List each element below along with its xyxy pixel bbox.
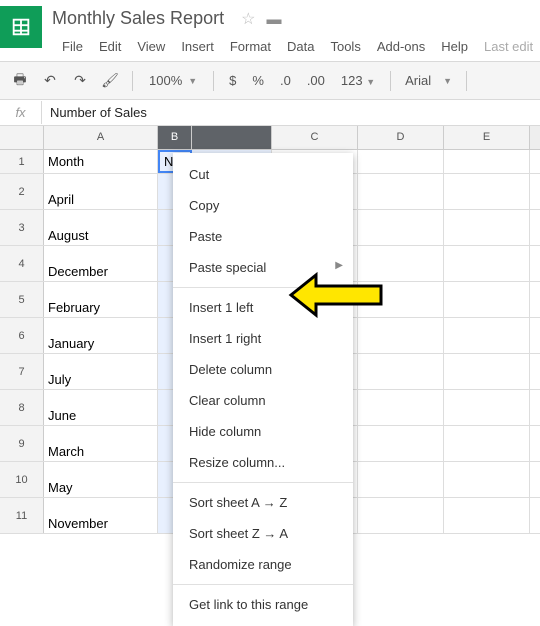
last-edit-text: Last edit bbox=[484, 39, 533, 54]
row-header-5[interactable]: 5 bbox=[0, 282, 44, 317]
decrease-decimal-button[interactable]: .0 bbox=[275, 73, 296, 88]
col-header-e[interactable]: E bbox=[444, 126, 530, 149]
ctx-hide-column[interactable]: Hide column bbox=[173, 416, 353, 447]
row-header-7[interactable]: 7 bbox=[0, 354, 44, 389]
increase-decimal-button[interactable]: .00 bbox=[302, 73, 330, 88]
ctx-delete-column[interactable]: Delete column bbox=[173, 354, 353, 385]
cell-a6[interactable]: January bbox=[44, 318, 158, 353]
menu-addons[interactable]: Add-ons bbox=[377, 39, 425, 54]
cell-a10[interactable]: May bbox=[44, 462, 158, 497]
formula-input[interactable]: Number of Sales bbox=[42, 105, 155, 120]
menu-data[interactable]: Data bbox=[287, 39, 314, 54]
row-header-10[interactable]: 10 bbox=[0, 462, 44, 497]
ctx-resize-column[interactable]: Resize column... bbox=[173, 447, 353, 478]
column-headers: A B C D E bbox=[0, 126, 540, 150]
ctx-clear-column[interactable]: Clear column bbox=[173, 385, 353, 416]
ctx-separator bbox=[173, 482, 353, 483]
col-header-b[interactable]: B bbox=[158, 126, 192, 149]
ctx-sort-za[interactable]: Sort sheet Z → A bbox=[173, 518, 353, 549]
cell-a2[interactable]: April bbox=[44, 174, 158, 209]
ctx-cut[interactable]: Cut bbox=[173, 159, 353, 190]
cell-e1[interactable] bbox=[444, 150, 530, 173]
folder-icon[interactable]: ▬ bbox=[266, 11, 281, 28]
ctx-separator bbox=[173, 287, 353, 288]
ctx-paste-special[interactable]: Paste special▶ bbox=[173, 252, 353, 283]
row-header-3[interactable]: 3 bbox=[0, 210, 44, 245]
col-header-b-split[interactable] bbox=[192, 126, 272, 149]
redo-icon[interactable]: ↷ bbox=[68, 69, 92, 93]
menu-view[interactable]: View bbox=[137, 39, 165, 54]
menu-format[interactable]: Format bbox=[230, 39, 271, 54]
menu-help[interactable]: Help bbox=[441, 39, 468, 54]
row-header-4[interactable]: 4 bbox=[0, 246, 44, 281]
more-formats-button[interactable]: 123 ▼ bbox=[336, 73, 380, 88]
row-header-2[interactable]: 2 bbox=[0, 174, 44, 209]
cell-a5[interactable]: February bbox=[44, 282, 158, 317]
cell-a11[interactable]: November bbox=[44, 498, 158, 533]
submenu-arrow-icon: ▶ bbox=[335, 260, 343, 271]
ctx-separator bbox=[173, 584, 353, 585]
ctx-sort-az[interactable]: Sort sheet A → Z bbox=[173, 487, 353, 518]
format-percent-button[interactable]: % bbox=[247, 73, 269, 88]
context-menu: Cut Copy Paste Paste special▶ Insert 1 l… bbox=[173, 153, 353, 626]
fx-label: fx bbox=[0, 101, 42, 124]
app-header: Monthly Sales Report ☆ ▬ File Edit View … bbox=[0, 0, 540, 62]
row-header-9[interactable]: 9 bbox=[0, 426, 44, 461]
cell-a1[interactable]: Month bbox=[44, 150, 158, 173]
cell-a8[interactable]: June bbox=[44, 390, 158, 425]
ctx-paste[interactable]: Paste bbox=[173, 221, 353, 252]
menu-edit[interactable]: Edit bbox=[99, 39, 121, 54]
row-header-11[interactable]: 11 bbox=[0, 498, 44, 533]
document-title[interactable]: Monthly Sales Report ☆ ▬ bbox=[50, 6, 540, 33]
paint-format-icon[interactable]: 🖌 bbox=[98, 69, 122, 93]
menu-tools[interactable]: Tools bbox=[330, 39, 360, 54]
ctx-copy[interactable]: Copy bbox=[173, 190, 353, 221]
sheets-logo[interactable] bbox=[0, 6, 42, 48]
ctx-randomize[interactable]: Randomize range bbox=[173, 549, 353, 580]
undo-icon[interactable]: ↶ bbox=[38, 69, 62, 93]
row-header-6[interactable]: 6 bbox=[0, 318, 44, 353]
menu-bar: File Edit View Insert Format Data Tools … bbox=[50, 33, 540, 54]
menu-file[interactable]: File bbox=[62, 39, 83, 54]
star-icon[interactable]: ☆ bbox=[241, 11, 255, 28]
cell-a9[interactable]: March bbox=[44, 426, 158, 461]
col-header-d[interactable]: D bbox=[358, 126, 444, 149]
formula-bar: fx Number of Sales bbox=[0, 100, 540, 126]
format-currency-button[interactable]: $ bbox=[224, 73, 241, 88]
col-header-c[interactable]: C bbox=[272, 126, 358, 149]
print-icon[interactable]: 🖶 bbox=[8, 69, 32, 93]
cell-d1[interactable] bbox=[358, 150, 444, 173]
select-all-corner[interactable] bbox=[0, 126, 44, 149]
row-header-8[interactable]: 8 bbox=[0, 390, 44, 425]
cell-a7[interactable]: July bbox=[44, 354, 158, 389]
toolbar: 🖶 ↶ ↷ 🖌 100%▼ $ % .0 .00 123 ▼ Arial▼ bbox=[0, 62, 540, 100]
ctx-insert-left[interactable]: Insert 1 left bbox=[173, 292, 353, 323]
menu-insert[interactable]: Insert bbox=[181, 39, 214, 54]
font-selector[interactable]: Arial▼ bbox=[401, 73, 456, 88]
row-header-1[interactable]: 1 bbox=[0, 150, 44, 173]
ctx-get-link[interactable]: Get link to this range bbox=[173, 589, 353, 620]
zoom-selector[interactable]: 100%▼ bbox=[143, 73, 203, 88]
cell-a3[interactable]: August bbox=[44, 210, 158, 245]
cell-a4[interactable]: December bbox=[44, 246, 158, 281]
ctx-insert-right[interactable]: Insert 1 right bbox=[173, 323, 353, 354]
col-header-a[interactable]: A bbox=[44, 126, 158, 149]
